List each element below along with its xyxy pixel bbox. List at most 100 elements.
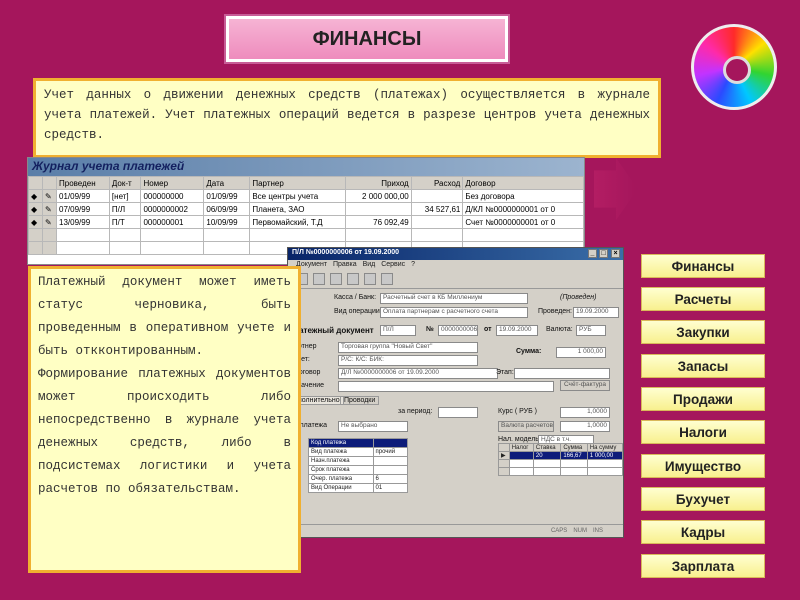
period-label: за период: — [398, 408, 433, 415]
contract-field[interactable]: Д/Л №0000000006 от 19.09.2000 — [338, 368, 498, 379]
kassa-field[interactable]: Расчетный счет в КБ Миллениум — [380, 293, 528, 304]
nav-button-sales[interactable]: Продажи — [641, 387, 765, 411]
period-field[interactable] — [438, 407, 478, 418]
toolbar-paste-icon[interactable] — [364, 273, 376, 285]
stage-label: Этап: — [496, 369, 514, 376]
table-cell — [410, 189, 464, 203]
table-row[interactable] — [498, 459, 623, 468]
nav-button-accounting[interactable]: Бухучет — [641, 487, 765, 511]
table-cell: 76 092,49 — [344, 215, 412, 229]
table-cell — [249, 228, 346, 242]
account-field[interactable]: Р/С: К/С: БИК: — [338, 355, 478, 366]
toolbar-post-icon[interactable] — [381, 273, 393, 285]
column-header[interactable]: Док-т — [108, 176, 142, 190]
tab-additional[interactable]: полнительно — [294, 396, 344, 405]
purpose-field[interactable] — [338, 381, 554, 392]
column-header-icon — [28, 176, 43, 190]
cd-disc-icon — [691, 24, 777, 110]
table-row[interactable]: Назн.платежа — [308, 456, 408, 466]
toolbar-print-icon[interactable] — [313, 273, 325, 285]
close-icon[interactable]: × — [611, 249, 620, 258]
payment-window-titlebar: П/Л №0000000006 от 19.09.2000 _ □ × — [288, 248, 623, 260]
doc-status-icon: ◆ — [28, 189, 43, 203]
page-title: ФИНАНСЫ — [226, 16, 508, 62]
table-row[interactable]: Очер. платежа 6 — [308, 474, 408, 484]
minimize-icon[interactable]: _ — [588, 249, 597, 258]
nav-button-inventory[interactable]: Запасы — [641, 354, 765, 378]
doc-label: латежный документ — [294, 326, 374, 335]
table-cell — [586, 467, 623, 476]
table-cell — [56, 241, 110, 255]
course-field[interactable]: 1,0000 — [560, 407, 610, 418]
doc-date-field[interactable]: 19.09.2000 — [496, 325, 538, 336]
nav-button-settlements[interactable]: Расчеты — [641, 287, 765, 311]
table-row[interactable]: Срок платежа — [308, 465, 408, 475]
partner-field[interactable]: Торговая группа "Новый Свет" — [338, 342, 478, 353]
table-row[interactable]: ▶ 20 166,67 1 000,00 — [498, 451, 623, 460]
table-cell: 34 527,61 — [410, 202, 464, 216]
sum-field[interactable]: 1 000,00 — [556, 347, 606, 358]
currency-label: Валюта: — [546, 326, 573, 333]
tab-postings[interactable]: Проводки — [340, 396, 380, 405]
column-header[interactable]: Расход — [410, 176, 464, 190]
nav-button-finance[interactable]: Финансы — [641, 254, 765, 278]
table-row[interactable]: ◆ ✎ 07/09/99 П/Л 0000000002 06/09/99 План… — [28, 202, 584, 216]
payment-menu-bar[interactable]: Документ Правка Вид Сервис ? — [288, 260, 623, 271]
nav-button-purchases[interactable]: Закупки — [641, 320, 765, 344]
prop-name: Вид платежа — [308, 447, 374, 457]
table-cell: Первомайский, Т.Д — [249, 215, 346, 229]
currency-calc-field[interactable]: 1,0000 — [560, 421, 610, 432]
invoice-button[interactable]: Счёт-фактура — [560, 380, 610, 391]
doc-number-field[interactable]: 0000000006 — [438, 325, 478, 336]
doc-type-field[interactable]: П/Л — [380, 325, 416, 336]
prop-value[interactable]: 01 — [372, 483, 408, 493]
row-pointer-icon: ▶ — [498, 451, 510, 460]
prop-value[interactable] — [372, 465, 408, 475]
toolbar-copy-icon[interactable] — [347, 273, 359, 285]
table-cell: 0000000002 — [140, 202, 205, 216]
prop-value[interactable]: 6 — [372, 474, 408, 484]
prop-name: Срок платежа — [308, 465, 374, 475]
prop-value[interactable]: прочий — [372, 447, 408, 457]
column-header[interactable]: Номер — [140, 176, 205, 190]
column-header[interactable]: Договор — [462, 176, 584, 190]
nav-button-salary[interactable]: Зарплата — [641, 554, 765, 578]
table-row[interactable] — [28, 228, 584, 242]
table-row[interactable]: Код платежа — [308, 438, 408, 448]
page-title-text: ФИНАНСЫ — [312, 27, 422, 50]
prop-value[interactable] — [372, 438, 408, 448]
column-header[interactable]: Приход — [344, 176, 412, 190]
column-header: Ставка — [532, 443, 562, 452]
table-cell — [42, 228, 57, 242]
nav-button-property[interactable]: Имущество — [641, 454, 765, 478]
kassa-label: Касса / Банк: — [334, 294, 377, 301]
table-cell — [28, 228, 43, 242]
table-cell — [140, 228, 205, 242]
column-header[interactable]: Партнер — [249, 176, 346, 190]
table-row[interactable]: ◆ ✎ 13/09/99 П/Т 000000001 10/09/99 Перво… — [28, 215, 584, 229]
currency-field[interactable]: РУБ — [576, 325, 606, 336]
column-header: На сумму — [586, 443, 623, 452]
table-row[interactable]: ◆ ✎ 01/09/99 [нет] 000000000 01/09/99 Все… — [28, 189, 584, 203]
table-cell — [344, 202, 412, 216]
maximize-icon[interactable]: □ — [599, 249, 608, 258]
table-row[interactable]: Вид платежа прочий — [308, 447, 408, 457]
column-header[interactable]: Проведен — [56, 176, 110, 190]
prop-value[interactable] — [372, 456, 408, 466]
column-header[interactable]: Дата — [203, 176, 251, 190]
posted-date-field[interactable]: 19.09.2000 — [573, 307, 619, 318]
table-cell: Все центры учета — [249, 189, 346, 203]
table-row[interactable]: Вид Операции 01 — [308, 483, 408, 493]
nav-button-taxes[interactable]: Налоги — [641, 420, 765, 444]
operation-field[interactable]: Оплата партнерам с расчетного счета — [380, 307, 528, 318]
stage-field[interactable] — [514, 368, 610, 379]
nav-button-personnel[interactable]: Кадры — [641, 520, 765, 544]
toolbar-cut-icon[interactable] — [330, 273, 342, 285]
payment-type-field[interactable]: Не выбрано — [338, 421, 408, 432]
table-cell — [462, 228, 584, 242]
table-cell: 13/09/99 — [56, 215, 110, 229]
posted-label: Проведен: — [538, 308, 572, 315]
payment-toolbar — [288, 271, 623, 289]
table-row[interactable] — [498, 467, 623, 476]
table-cell — [28, 241, 43, 255]
